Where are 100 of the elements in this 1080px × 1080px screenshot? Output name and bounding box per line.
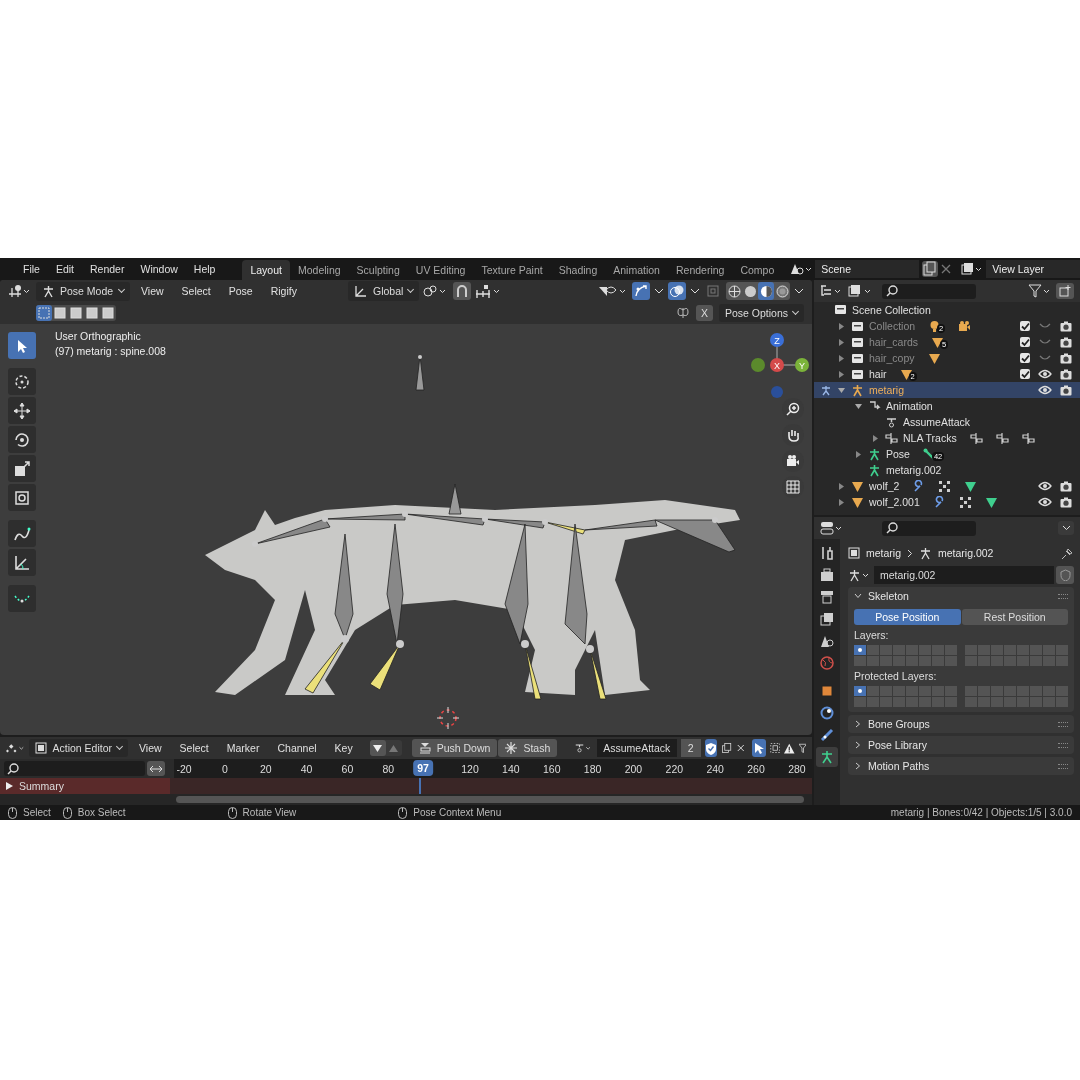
position-toggle-button[interactable]: Rest Position	[961, 609, 1068, 625]
layer-toggle[interactable]	[919, 645, 931, 655]
layer-toggle[interactable]	[1056, 697, 1068, 707]
workspace-tab[interactable]: Layout	[242, 260, 290, 280]
menu-item[interactable]: Key	[327, 740, 360, 756]
workspace-tab[interactable]: Shading	[550, 260, 606, 280]
view-layer-field[interactable]: View Layer	[986, 260, 1080, 278]
user-count[interactable]: 2	[680, 739, 701, 757]
tool-button[interactable]	[8, 520, 36, 547]
checkbox[interactable]	[1020, 369, 1030, 379]
menu-item[interactable]: Select	[172, 740, 216, 756]
layer-toggle[interactable]	[854, 656, 866, 666]
disclosure-icon[interactable]	[871, 434, 879, 442]
layer-toggle[interactable]	[978, 686, 990, 696]
workspace-tab[interactable]: Texture Paint	[473, 260, 551, 280]
layer-toggle[interactable]	[1004, 645, 1016, 655]
tool-button[interactable]	[8, 332, 36, 359]
mode-dropdown[interactable]: Pose Mode	[36, 281, 130, 301]
search-field[interactable]	[4, 761, 145, 776]
checkbox[interactable]	[1020, 321, 1030, 331]
swap-button[interactable]	[147, 761, 165, 776]
camera-icon[interactable]	[1060, 480, 1072, 492]
layer-toggle[interactable]	[932, 645, 944, 655]
visibility-icon[interactable]	[598, 284, 628, 298]
close-icon[interactable]	[941, 264, 952, 274]
camera-icon[interactable]	[1060, 368, 1072, 380]
outliner-row[interactable]: metarig	[814, 382, 1080, 398]
layer-toggle[interactable]	[893, 656, 905, 666]
layer-toggle[interactable]	[919, 697, 931, 707]
layer-toggle[interactable]	[867, 686, 879, 696]
layer-toggle[interactable]	[945, 656, 957, 666]
current-frame-indicator[interactable]: 97	[413, 760, 433, 776]
layer-toggle[interactable]	[1030, 686, 1042, 696]
copy-icon[interactable]	[922, 261, 939, 277]
layer-toggle[interactable]	[1017, 697, 1029, 707]
fake-user-shield-icon[interactable]	[704, 739, 717, 757]
tool-button[interactable]	[8, 397, 36, 424]
pin-icon[interactable]	[1061, 546, 1074, 560]
gizmo-toggle[interactable]	[632, 282, 650, 300]
caret-icon[interactable]	[690, 287, 700, 295]
tool-button[interactable]	[8, 455, 36, 482]
tool-button[interactable]	[8, 426, 36, 453]
mirror-axis-toggle[interactable]: X	[695, 305, 713, 321]
outliner-row[interactable]: NLA Tracks	[814, 430, 1080, 446]
menu-item[interactable]: Pose	[221, 283, 260, 299]
disclosure-icon[interactable]	[837, 386, 845, 394]
tool-button[interactable]	[8, 549, 36, 576]
layer-toggle[interactable]	[854, 686, 866, 696]
layer-toggle[interactable]	[893, 645, 905, 655]
outliner-row[interactable]: wolf_2.001	[814, 494, 1080, 510]
scrollbar[interactable]	[176, 796, 804, 803]
layer-toggle[interactable]	[1017, 645, 1029, 655]
menu-item[interactable]: Render	[83, 261, 132, 277]
layer-toggle[interactable]	[880, 686, 892, 696]
layer-toggle[interactable]	[1056, 656, 1068, 666]
layer-toggle[interactable]	[1004, 656, 1016, 666]
menu-item[interactable]: View	[134, 283, 171, 299]
fake-user-button[interactable]	[1056, 566, 1074, 584]
layer-toggle[interactable]	[991, 686, 1003, 696]
layer-toggle[interactable]	[1043, 656, 1055, 666]
layer-toggle[interactable]	[978, 656, 990, 666]
outliner-row[interactable]: Animation	[814, 398, 1080, 414]
filter-icon[interactable]	[798, 742, 807, 754]
camera-icon[interactable]	[1060, 496, 1072, 508]
orientation-dropdown[interactable]: Global	[347, 281, 420, 301]
layer-toggle[interactable]	[880, 656, 892, 666]
pose-options-dropdown[interactable]: Pose Options	[718, 304, 804, 322]
layer-toggle[interactable]	[1056, 686, 1068, 696]
layer-toggle[interactable]	[880, 645, 892, 655]
layer-toggle[interactable]	[991, 697, 1003, 707]
view-layer-icon[interactable]	[961, 262, 984, 276]
workspace-tab[interactable]: Sculpting	[348, 260, 408, 280]
layer-toggle[interactable]	[932, 656, 944, 666]
push-down-button[interactable]: Push Down	[411, 739, 498, 757]
workspace-tab[interactable]: Rendering	[667, 260, 733, 280]
tool-button[interactable]	[8, 484, 36, 511]
workspace-tab[interactable]: UV Editing	[407, 260, 474, 280]
eye-icon[interactable]	[1038, 369, 1052, 379]
layer-toggle[interactable]	[965, 697, 977, 707]
layer-toggle[interactable]	[945, 645, 957, 655]
search-field[interactable]	[882, 520, 976, 536]
layer-toggle[interactable]	[932, 686, 944, 696]
menu-item[interactable]: Rigify	[263, 283, 304, 299]
layer-toggle[interactable]	[965, 656, 977, 666]
layer-toggle[interactable]	[1004, 697, 1016, 707]
editor-mode-dropdown[interactable]: Action Editor	[29, 739, 128, 757]
position-toggle-button[interactable]: Pose Position	[854, 609, 961, 625]
layer-toggle[interactable]	[1030, 645, 1042, 655]
only-selected-toggle[interactable]	[752, 739, 766, 757]
layer-toggle[interactable]	[854, 645, 866, 655]
workspace-tab[interactable]: Animation	[605, 260, 668, 280]
panel-header[interactable]: Skeleton	[854, 587, 1068, 605]
layer-toggle[interactable]	[893, 697, 905, 707]
layer-toggle[interactable]	[945, 686, 957, 696]
layer-toggle[interactable]	[1043, 686, 1055, 696]
caret-icon[interactable]	[794, 287, 804, 295]
summary-channel[interactable]: Summary	[0, 778, 170, 794]
disclosure-icon[interactable]	[837, 370, 845, 378]
mirror-butterfly-icon[interactable]	[675, 306, 690, 320]
disclosure-icon[interactable]	[837, 338, 845, 346]
